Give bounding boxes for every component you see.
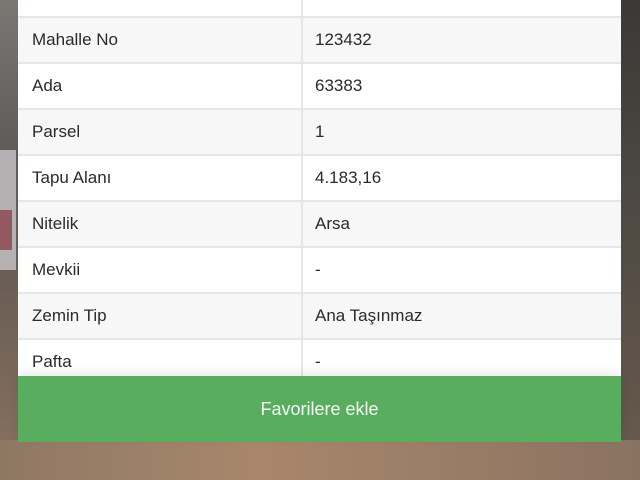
row-label-mahalle-no: Mahalle No xyxy=(18,18,303,62)
map-right-edge xyxy=(620,0,640,480)
row-value-tapu-alani: 4.183,16 xyxy=(315,168,382,187)
table-row: Mevkii - xyxy=(18,246,621,292)
row-value-zemin-tip: Ana Taşınmaz xyxy=(315,306,423,325)
table-row: Nitelik Arsa xyxy=(18,200,621,246)
row-label-tapu-alani: Tapu Alanı xyxy=(18,156,303,200)
table-row: Zemin Tip Ana Taşınmaz xyxy=(18,292,621,338)
row-value-parsel: 1 xyxy=(315,122,325,141)
table-row: Tapu Alanı 4.183,16 xyxy=(18,154,621,200)
row-label-nitelik: Nitelik xyxy=(18,202,303,246)
map-bottom-ground xyxy=(0,440,640,480)
row-value-mevkii: - xyxy=(315,260,321,279)
row-value xyxy=(303,0,621,16)
table-row: Ada 63383 xyxy=(18,62,621,108)
row-value-mahalle-no: 123432 xyxy=(315,30,372,49)
parcel-detail-table: Mahalle No 123432 Ada 63383 Parsel 1 Tap… xyxy=(18,0,621,384)
row-label-zemin-tip: Zemin Tip xyxy=(18,294,303,338)
table-row: Mahalle No 123432 xyxy=(18,16,621,62)
map-building-red-roof xyxy=(0,210,12,250)
parcel-detail-panel: Mahalle No 123432 Ada 63383 Parsel 1 Tap… xyxy=(18,0,621,442)
row-value-nitelik: Arsa xyxy=(315,214,350,233)
row-label-mevkii: Mevkii xyxy=(18,248,303,292)
row-value-ada: 63383 xyxy=(315,76,363,95)
row-label-parsel: Parsel xyxy=(18,110,303,154)
table-row xyxy=(18,0,621,16)
row-label-ada: Ada xyxy=(18,64,303,108)
row-label xyxy=(18,0,303,16)
table-row: Parsel 1 xyxy=(18,108,621,154)
add-to-favorites-button[interactable]: Favorilere ekle xyxy=(18,376,621,442)
